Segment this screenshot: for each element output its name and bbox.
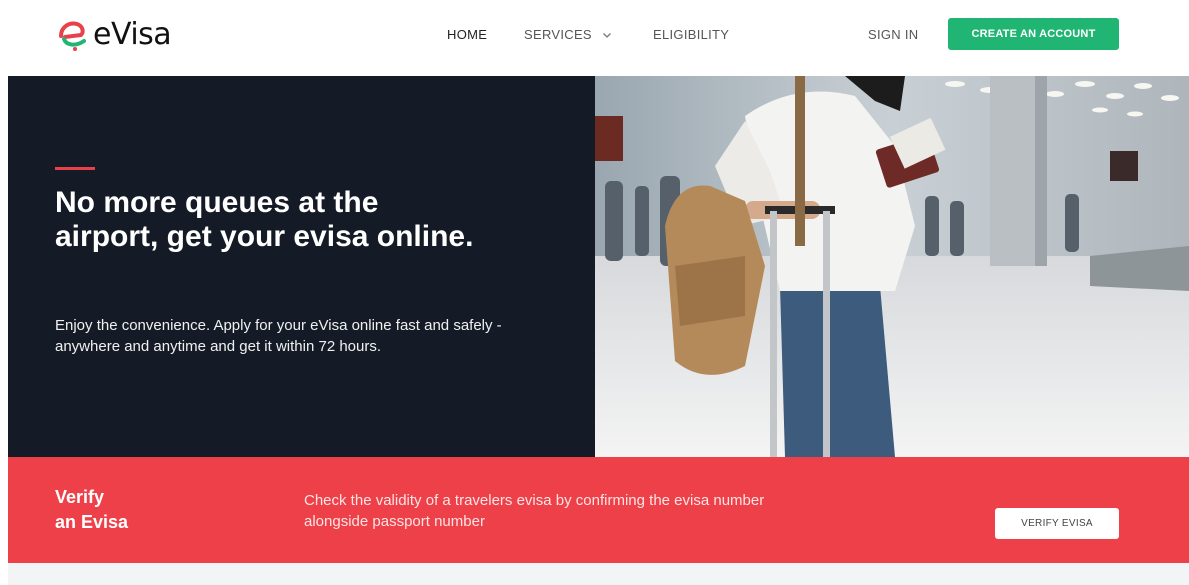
verify-evisa-section: Verify an Evisa Check the validity of a … xyxy=(8,457,1189,563)
hero-subtitle: Enjoy the convenience. Apply for your eV… xyxy=(55,317,502,355)
evisa-logo-icon xyxy=(59,21,86,51)
verify-description: Check the validity of a travelers evisa … xyxy=(304,492,765,530)
hero-panel: No more queues at the airport, get your … xyxy=(8,76,595,457)
logo-text: eVisa xyxy=(93,16,172,52)
create-account-button[interactable]: CREATE AN ACCOUNT xyxy=(948,18,1119,50)
verify-evisa-button[interactable]: VERIFY EVISA xyxy=(995,508,1119,539)
hero-title: No more queues at the airport, get your … xyxy=(55,186,474,253)
verify-title-line2: an Evisa xyxy=(55,512,129,532)
top-navbar: eVisa HOME SERVICES ELIGIBILITY SIGN IN … xyxy=(0,0,1189,76)
verify-title: Verify an Evisa xyxy=(55,485,205,535)
chevron-down-icon xyxy=(602,32,611,38)
hero-accent-bar xyxy=(55,167,95,170)
logo[interactable]: eVisa xyxy=(55,14,172,54)
verify-title-line1: Verify xyxy=(55,487,105,507)
nav-services-label: SERVICES xyxy=(524,27,592,42)
airport-traveler-illustration xyxy=(595,76,1189,457)
nav-home[interactable]: HOME xyxy=(447,27,487,42)
hero-image xyxy=(595,76,1189,457)
nav-services[interactable]: SERVICES xyxy=(524,27,612,42)
sign-in-link[interactable]: SIGN IN xyxy=(868,27,919,42)
nav-eligibility[interactable]: ELIGIBILITY xyxy=(653,27,729,42)
next-section-strip xyxy=(8,563,1189,585)
